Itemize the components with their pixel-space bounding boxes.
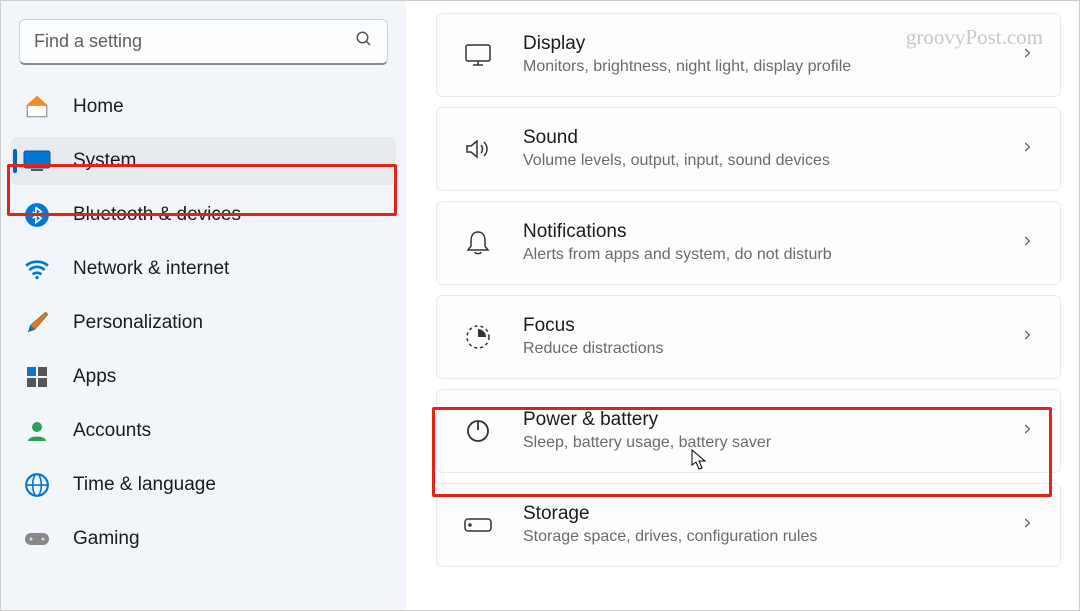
card-subtitle: Volume levels, output, input, sound devi… <box>523 151 1020 172</box>
sidebar-item-label: Home <box>73 96 124 118</box>
sidebar-item-label: Network & internet <box>73 258 229 280</box>
sidebar-item-personalization[interactable]: Personalization <box>11 299 396 347</box>
wifi-icon <box>23 255 51 283</box>
home-icon <box>23 93 51 121</box>
sidebar-item-home[interactable]: Home <box>11 83 396 131</box>
bell-icon <box>463 228 493 258</box>
card-title: Notifications <box>523 220 1020 245</box>
power-icon <box>463 416 493 446</box>
settings-card-power-battery[interactable]: Power & battery Sleep, battery usage, ba… <box>436 389 1061 473</box>
search-input[interactable] <box>34 31 355 52</box>
card-subtitle: Reduce distractions <box>523 339 1020 360</box>
sidebar: Home System Bluetooth & devices Network … <box>1 1 406 610</box>
chevron-right-icon <box>1020 422 1034 441</box>
gaming-icon <box>23 525 51 553</box>
chevron-right-icon <box>1020 234 1034 253</box>
sidebar-item-label: Bluetooth & devices <box>73 204 241 226</box>
chevron-right-icon <box>1020 46 1034 65</box>
display-icon <box>463 40 493 70</box>
time-language-icon <box>23 471 51 499</box>
chevron-right-icon <box>1020 328 1034 347</box>
sidebar-nav: Home System Bluetooth & devices Network … <box>1 83 406 610</box>
card-subtitle: Sleep, battery usage, battery saver <box>523 433 1020 454</box>
settings-card-storage[interactable]: Storage Storage space, drives, configura… <box>436 483 1061 567</box>
card-title: Focus <box>523 314 1020 339</box>
card-title: Power & battery <box>523 408 1020 433</box>
settings-card-focus[interactable]: Focus Reduce distractions <box>436 295 1061 379</box>
sidebar-item-network[interactable]: Network & internet <box>11 245 396 293</box>
chevron-right-icon <box>1020 516 1034 535</box>
sidebar-item-label: Gaming <box>73 528 140 550</box>
card-title: Display <box>523 32 1020 57</box>
sidebar-item-time-language[interactable]: Time & language <box>11 461 396 509</box>
paintbrush-icon <box>23 309 51 337</box>
sidebar-item-system[interactable]: System <box>11 137 396 185</box>
sidebar-item-label: Accounts <box>73 420 151 442</box>
card-subtitle: Monitors, brightness, night light, displ… <box>523 57 1020 78</box>
sidebar-item-label: Apps <box>73 366 116 388</box>
bluetooth-icon <box>23 201 51 229</box>
search-box[interactable] <box>19 19 388 65</box>
sound-icon <box>463 134 493 164</box>
chevron-right-icon <box>1020 140 1034 159</box>
system-icon <box>23 147 51 175</box>
sidebar-item-label: Time & language <box>73 474 216 496</box>
focus-icon <box>463 322 493 352</box>
card-subtitle: Storage space, drives, configuration rul… <box>523 527 1020 548</box>
accounts-icon <box>23 417 51 445</box>
card-subtitle: Alerts from apps and system, do not dist… <box>523 245 1020 266</box>
search-icon <box>355 30 373 53</box>
apps-icon <box>23 363 51 391</box>
card-title: Sound <box>523 126 1020 151</box>
settings-card-sound[interactable]: Sound Volume levels, output, input, soun… <box>436 107 1061 191</box>
sidebar-item-bluetooth[interactable]: Bluetooth & devices <box>11 191 396 239</box>
card-title: Storage <box>523 502 1020 527</box>
sidebar-item-label: Personalization <box>73 312 203 334</box>
settings-card-display[interactable]: Display Monitors, brightness, night ligh… <box>436 13 1061 97</box>
sidebar-item-label: System <box>73 150 136 172</box>
sidebar-item-accounts[interactable]: Accounts <box>11 407 396 455</box>
sidebar-item-apps[interactable]: Apps <box>11 353 396 401</box>
storage-icon <box>463 510 493 540</box>
settings-card-notifications[interactable]: Notifications Alerts from apps and syste… <box>436 201 1061 285</box>
sidebar-item-gaming[interactable]: Gaming <box>11 515 396 563</box>
main-panel: groovyPost.com Display Monitors, brightn… <box>406 1 1079 610</box>
